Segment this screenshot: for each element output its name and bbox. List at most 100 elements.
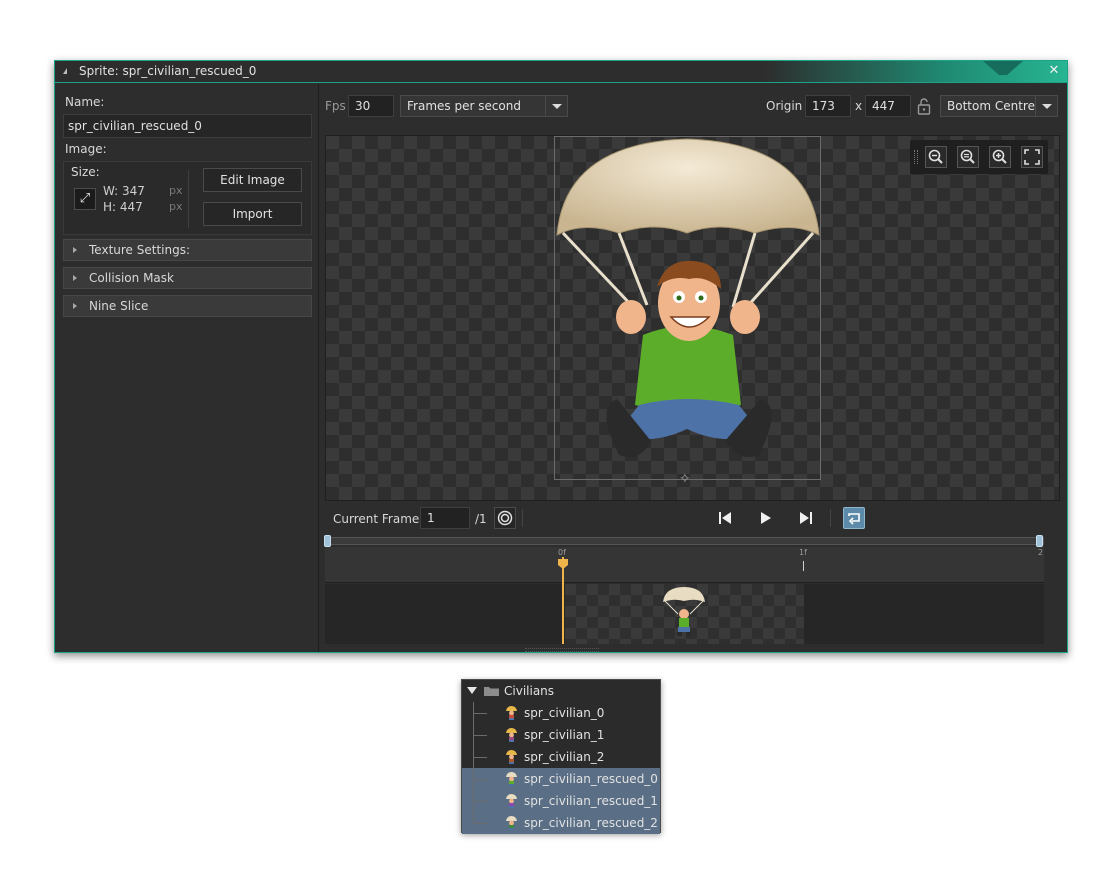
fit-to-window-button[interactable] bbox=[1021, 146, 1043, 168]
play-button[interactable] bbox=[754, 507, 776, 529]
zoom-in-icon bbox=[992, 149, 1007, 164]
tree-item[interactable]: spr_civilian_2 bbox=[462, 746, 660, 768]
resize-grip-icon[interactable] bbox=[525, 648, 599, 652]
zoom-reset-button[interactable] bbox=[957, 146, 979, 168]
sprite-canvas[interactable]: ✧ bbox=[325, 135, 1060, 501]
tree-item[interactable]: spr_civilian_rescued_0 bbox=[462, 768, 660, 790]
timeline-range-slider[interactable] bbox=[324, 535, 1044, 547]
tree-item-label: spr_civilian_2 bbox=[524, 750, 605, 764]
zoom-in-button[interactable] bbox=[989, 146, 1011, 168]
sprite-icon bbox=[506, 750, 517, 764]
zoom-out-icon bbox=[928, 149, 943, 164]
folder-label: Civilians bbox=[504, 684, 555, 698]
width-value: W: 347 bbox=[103, 184, 145, 198]
folder-icon bbox=[484, 687, 499, 696]
origin-preset-select[interactable]: Bottom Centre bbox=[940, 95, 1058, 117]
tick-label: 1f bbox=[799, 548, 807, 557]
skip-start-icon bbox=[719, 512, 731, 524]
origin-y-input[interactable]: 447 bbox=[865, 95, 911, 117]
section-nine-slice[interactable]: Nine Slice bbox=[63, 295, 312, 317]
play-icon bbox=[761, 512, 771, 524]
import-button[interactable]: Import bbox=[203, 202, 302, 226]
current-frame-input[interactable]: 1 bbox=[420, 507, 470, 529]
drag-handle-icon[interactable] bbox=[914, 150, 918, 164]
timeline-ruler[interactable]: 0f 1f 2 bbox=[325, 547, 1044, 583]
fps-mode-value: Frames per second bbox=[407, 99, 521, 113]
skip-end-icon bbox=[800, 512, 812, 524]
origin-x-input[interactable]: 173 bbox=[805, 95, 851, 117]
sprite-icon bbox=[506, 706, 517, 720]
edit-image-button[interactable]: Edit Image bbox=[203, 168, 302, 192]
height-value: H: 447 bbox=[103, 200, 143, 214]
current-frame-label: Current Frame: bbox=[333, 512, 424, 526]
tree-connector bbox=[473, 735, 487, 736]
onion-skin-icon bbox=[497, 510, 513, 526]
expand-triangle-icon[interactable] bbox=[467, 687, 477, 694]
fps-input[interactable]: 30 bbox=[348, 95, 394, 117]
range-end-handle[interactable] bbox=[1036, 535, 1043, 547]
divider bbox=[830, 509, 831, 527]
tree-item[interactable]: spr_civilian_1 bbox=[462, 724, 660, 746]
range-start-handle[interactable] bbox=[324, 535, 331, 547]
section-label: Collision Mask bbox=[89, 271, 174, 285]
sprite-editor-window: Sprite: spr_civilian_rescued_0 ✕ Name: s… bbox=[54, 60, 1068, 653]
tree-item[interactable]: spr_civilian_0 bbox=[462, 702, 660, 724]
section-texture-settings[interactable]: Texture Settings: bbox=[63, 239, 312, 261]
chevron-down-icon bbox=[545, 96, 567, 116]
sprite-icon bbox=[506, 794, 517, 808]
zoom-reset-icon bbox=[960, 149, 975, 164]
fullscreen-icon bbox=[1024, 149, 1040, 165]
fps-mode-select[interactable]: Frames per second bbox=[400, 95, 568, 117]
tree-connector bbox=[473, 823, 487, 824]
sprite-preview-image bbox=[556, 138, 820, 458]
title-notch-decoration bbox=[983, 61, 1023, 75]
zoom-out-button[interactable] bbox=[925, 146, 947, 168]
sprite-icon bbox=[506, 816, 517, 830]
sprite-icon bbox=[506, 728, 517, 742]
tick-label: 2 bbox=[1038, 548, 1044, 557]
name-label: Name: bbox=[65, 95, 105, 109]
tree-connector-vertical bbox=[473, 702, 474, 823]
expand-arrow-icon bbox=[73, 303, 77, 309]
origin-preset-value: Bottom Centre bbox=[947, 99, 1035, 113]
width-unit: px bbox=[169, 184, 183, 197]
image-size-box: Size: ⤢ W: 347 H: 447 px px Edit Image I… bbox=[63, 161, 312, 235]
chevron-down-icon bbox=[1035, 96, 1057, 116]
resize-icon[interactable]: ⤢ bbox=[74, 188, 96, 210]
section-label: Texture Settings: bbox=[89, 243, 191, 257]
height-unit: px bbox=[169, 200, 183, 213]
properties-panel: Name: spr_civilian_rescued_0 Image: Size… bbox=[55, 84, 319, 652]
tree-connector bbox=[473, 757, 487, 758]
total-frames: /1 bbox=[475, 512, 487, 526]
origin-crosshair-icon[interactable]: ✧ bbox=[679, 472, 693, 486]
tree-item-label: spr_civilian_1 bbox=[524, 728, 605, 742]
close-button[interactable]: ✕ bbox=[1047, 64, 1061, 78]
title-bar[interactable]: Sprite: spr_civilian_rescued_0 ✕ bbox=[55, 61, 1067, 83]
unlock-icon[interactable] bbox=[917, 97, 931, 115]
loop-toggle-button[interactable] bbox=[843, 507, 865, 529]
tick-mark bbox=[803, 561, 804, 571]
origin-separator: x bbox=[855, 99, 863, 113]
divider bbox=[522, 509, 523, 527]
fps-label: Fps bbox=[325, 99, 346, 113]
playback-bar: Current Frame: 1 /1 bbox=[325, 503, 1060, 533]
tree-item-label: spr_civilian_rescued_1 bbox=[524, 794, 658, 808]
collapse-arrow-icon[interactable] bbox=[63, 68, 67, 74]
tree-connector bbox=[473, 779, 487, 780]
name-input[interactable]: spr_civilian_rescued_0 bbox=[63, 114, 312, 138]
sprite-icon bbox=[506, 772, 517, 786]
tree-item-label: spr_civilian_rescued_0 bbox=[524, 772, 658, 786]
section-label: Nine Slice bbox=[89, 299, 149, 313]
skip-to-start-button[interactable] bbox=[714, 507, 736, 529]
window-title: Sprite: spr_civilian_rescued_0 bbox=[79, 64, 257, 78]
frame-thumbnail-image bbox=[663, 587, 705, 636]
section-collision-mask[interactable]: Collision Mask bbox=[63, 267, 312, 289]
tree-folder-civilians[interactable]: Civilians bbox=[462, 680, 660, 702]
image-label: Image: bbox=[65, 142, 107, 156]
tree-item[interactable]: spr_civilian_rescued_2 bbox=[462, 812, 660, 834]
frame-thumbnail[interactable] bbox=[565, 584, 804, 644]
skip-to-end-button[interactable] bbox=[795, 507, 817, 529]
onion-skin-button[interactable] bbox=[494, 507, 516, 529]
tree-item[interactable]: spr_civilian_rescued_1 bbox=[462, 790, 660, 812]
resource-tree: Civilians spr_civilian_0 spr_civilian_1sp… bbox=[461, 679, 661, 834]
